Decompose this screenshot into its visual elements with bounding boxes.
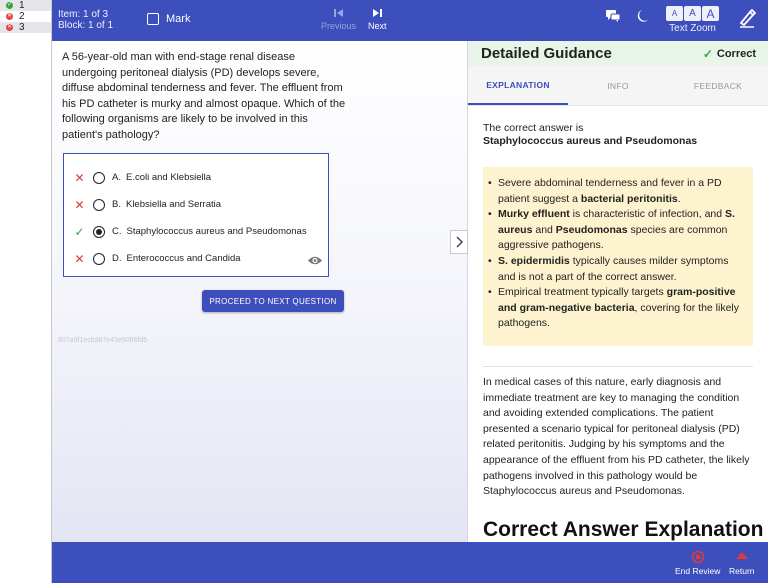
question-pane: A 56-year-old man with end-stage renal d…: [52, 41, 468, 542]
answer-text: Enterococcus and Candida: [126, 253, 241, 264]
question-stem: A 56-year-old man with end-stage renal d…: [62, 51, 346, 141]
question-list-item-1[interactable]: ✓ 1: [0, 0, 51, 11]
key-point-item: S. epidermidis typically causes milder s…: [487, 254, 741, 285]
answer-letter: D.: [112, 253, 122, 264]
tab-info[interactable]: INFO: [568, 66, 668, 105]
status-label: Correct: [716, 48, 756, 60]
mark-toggle[interactable]: Mark: [147, 13, 190, 25]
next-label: Next: [368, 21, 387, 31]
question-number: 1: [19, 0, 25, 11]
previous-label: Previous: [321, 21, 357, 31]
check-icon: ✓: [702, 47, 713, 61]
guidance-panel: Detailed Guidance ✓ Correct EXPLANATION …: [468, 41, 768, 542]
next-button[interactable]: Next: [368, 8, 387, 31]
key-point-emphasis: S. epidermidis: [498, 254, 570, 267]
question-number: 2: [19, 11, 25, 22]
text-zoom-label: Text Zoom: [669, 23, 716, 34]
answer-choice-a[interactable]: ✕ A. E.coli and Klebsiella: [64, 164, 328, 191]
key-point-item: Empirical treatment typically targets gr…: [487, 285, 741, 332]
return-button[interactable]: Return: [729, 550, 755, 576]
key-point-item: Murky effluent is characteristic of infe…: [487, 207, 741, 254]
question-list-item-3[interactable]: ✕ 3: [0, 22, 51, 33]
tab-feedback[interactable]: FEEDBACK: [668, 66, 768, 105]
stop-icon: [691, 550, 704, 564]
correct-answer-intro: The correct answer is: [483, 122, 584, 134]
eye-icon[interactable]: [307, 253, 323, 271]
explanation-paragraph: In medical cases of this nature, early d…: [483, 376, 750, 498]
answer-letter: B.: [112, 199, 121, 210]
answer-letter: C.: [112, 226, 122, 237]
answer-choice-c[interactable]: ✓ C. Staphylococcus aureus and Pseudomon…: [64, 218, 328, 245]
key-point-emphasis: Murky effluent: [498, 208, 570, 221]
question-id: 807a9f1ecb387e43e5066fd5: [58, 337, 148, 344]
pen-icon[interactable]: [738, 8, 757, 33]
item-counter: Item: 1 of 3: [58, 9, 109, 20]
guidance-header: Detailed Guidance ✓ Correct: [468, 41, 768, 66]
mark-label: Mark: [166, 13, 191, 25]
answer-choice-d[interactable]: ✕ D. Enterococcus and Candida: [64, 245, 328, 272]
key-point-text: is characteristic of infection, and: [569, 208, 726, 221]
key-point-emphasis: Pseudomonas: [555, 223, 628, 236]
correct-answer-text: Staphylococcus aureus and Pseudomonas: [483, 135, 698, 147]
radio-dot: [96, 228, 102, 235]
answer-choice-b[interactable]: ✕ B. Klebsiella and Serratia: [64, 191, 328, 218]
radio-button[interactable]: [93, 198, 105, 211]
guidance-title: Detailed Guidance: [481, 45, 612, 62]
moon-icon[interactable]: [637, 9, 649, 28]
mark-checkbox[interactable]: [147, 13, 159, 25]
key-point-emphasis: bacterial peritonitis: [580, 192, 678, 205]
block-counter: Block: 1 of 1: [58, 20, 114, 31]
radio-button[interactable]: [93, 252, 105, 265]
answer-text: E.coli and Klebsiella: [125, 172, 212, 183]
end-review-label: End Review: [675, 566, 721, 576]
correct-answer-statement: The correct answer is Staphylococcus aur…: [483, 122, 697, 148]
zoom-small-button[interactable]: A: [666, 6, 683, 21]
return-arrow-icon: [735, 552, 748, 559]
collapse-panel-button[interactable]: [450, 230, 468, 254]
guidance-tabs: EXPLANATION INFO FEEDBACK: [468, 66, 768, 106]
question-number: 3: [19, 22, 25, 33]
text-zoom: A A A Text Zoom: [666, 6, 719, 34]
answer-text: Staphylococcus aureus and Pseudomonas: [126, 226, 307, 237]
key-point-text: .: [677, 192, 681, 205]
previous-button[interactable]: Previous: [321, 8, 356, 31]
answer-text: Klebsiella and Serratia: [125, 199, 222, 210]
incorrect-status-icon: ✕: [6, 24, 13, 31]
section-heading: Correct Answer Explanation: [483, 518, 764, 541]
radio-button[interactable]: [93, 171, 105, 184]
question-list: ✓ 1 ✕ 2 ✕ 3: [0, 0, 52, 583]
key-points-note: Severe abdominal tenderness and fever in…: [483, 167, 753, 346]
skip-next-icon: [372, 9, 382, 17]
key-point-text: Empirical treatment typically targets: [498, 286, 667, 299]
radio-button-selected[interactable]: [93, 225, 105, 238]
item-info: Item: 1 of 3 Block: 1 of 1: [58, 9, 113, 31]
return-label: Return: [729, 566, 755, 576]
tab-explanation[interactable]: EXPLANATION: [468, 66, 568, 105]
key-point-item: Severe abdominal tenderness and fever in…: [487, 176, 741, 207]
correct-status-badge: ✓ Correct: [703, 47, 756, 61]
question-list-item-2[interactable]: ✕ 2: [0, 11, 51, 22]
incorrect-icon: ✕: [74, 197, 85, 212]
zoom-buttons: A A A: [666, 6, 719, 21]
divider: [483, 366, 753, 367]
key-points-list: Severe abdominal tenderness and fever in…: [487, 176, 741, 332]
key-point-text: and: [532, 223, 556, 236]
app-root: ✓ 1 ✕ 2 ✕ 3 Item: 1 of 3 Block: 1 of 1 M…: [0, 0, 768, 583]
incorrect-icon: ✕: [74, 251, 85, 266]
correct-icon: ✓: [74, 224, 85, 239]
correct-status-icon: ✓: [6, 2, 13, 9]
answer-choices: ✕ A. E.coli and Klebsiella ✕ B. Klebsiel…: [63, 153, 329, 277]
zoom-large-button[interactable]: A: [702, 6, 719, 21]
chat-icon[interactable]: [605, 9, 621, 28]
top-toolbar: Item: 1 of 3 Block: 1 of 1 Mark Previous…: [52, 0, 768, 41]
incorrect-status-icon: ✕: [6, 13, 13, 20]
incorrect-icon: ✕: [74, 170, 85, 185]
zoom-medium-button[interactable]: A: [684, 6, 701, 21]
end-review-button[interactable]: End Review: [675, 550, 720, 576]
bottom-toolbar: End Review Return: [52, 542, 768, 583]
chevron-right-icon: [456, 236, 463, 248]
proceed-next-question-button[interactable]: PROCEED TO NEXT QUESTION: [202, 290, 344, 312]
skip-previous-icon: [334, 9, 343, 17]
answer-letter: A.: [112, 172, 121, 183]
